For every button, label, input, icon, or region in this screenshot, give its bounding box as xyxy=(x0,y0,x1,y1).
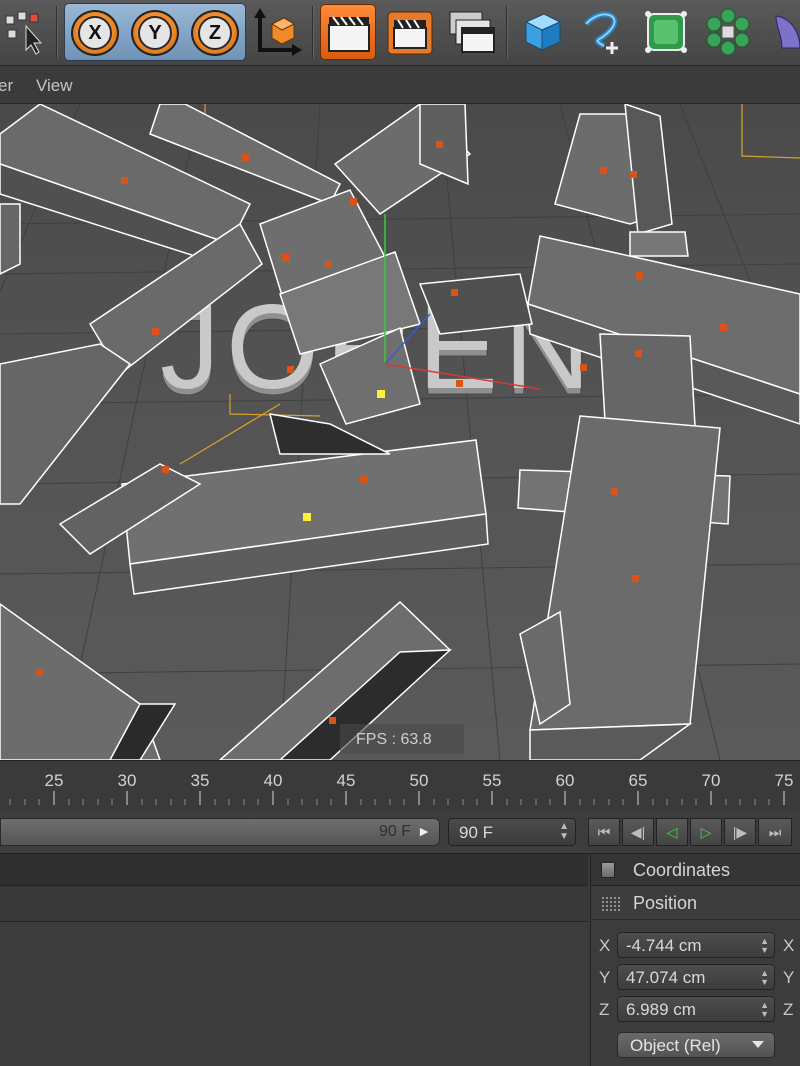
menu-item-partial[interactable]: er xyxy=(0,76,13,96)
menu-item-view[interactable]: View xyxy=(36,76,73,96)
3d-viewport[interactable]: JOREN JOREN xyxy=(0,104,800,760)
render-view-icon xyxy=(328,16,370,52)
go-to-end-icon: ⏭ xyxy=(768,823,782,840)
go-to-start-button[interactable]: ⏮ xyxy=(588,818,620,846)
play-forwards-icon: ▷ xyxy=(700,823,712,840)
main-toolbar: X Y Z xyxy=(0,0,800,66)
coordinate-system-button[interactable] xyxy=(250,4,306,60)
previous-key-button[interactable]: ◀| xyxy=(622,818,654,846)
timeline-ticks xyxy=(9,791,785,805)
cloner-button[interactable] xyxy=(700,4,756,60)
grip-icon xyxy=(601,896,621,912)
position-z-value: 6.989 cm xyxy=(626,1000,696,1019)
position-y-row: Y 47.074 cm ▲ ▼ Y xyxy=(591,964,800,992)
position-x-field[interactable]: -4.744 cm ▲ ▼ xyxy=(617,932,775,958)
cube-button[interactable] xyxy=(514,4,570,60)
timeline-ruler[interactable]: 25 30 35 40 45 50 55 60 65 70 75 xyxy=(0,760,800,810)
cloner-icon xyxy=(706,8,750,56)
position-z-field[interactable]: 6.989 cm ▲ ▼ xyxy=(617,996,775,1022)
viewport-menubar: er View xyxy=(0,66,800,104)
range-arrow-icon: ► xyxy=(417,823,431,839)
toolbar-divider xyxy=(312,6,314,58)
material-manager-panel xyxy=(0,854,588,1066)
render-view-button[interactable] xyxy=(320,4,376,60)
spline-pen-icon xyxy=(583,11,618,54)
panel-toolbar xyxy=(0,886,588,922)
max-frame-field[interactable]: 90 F ▲ ▼ xyxy=(448,818,576,846)
render-settings-icon xyxy=(449,11,495,53)
position-title: Position xyxy=(633,893,698,913)
axis-y-lock-button[interactable]: Y xyxy=(131,10,179,56)
size-y-label: Y xyxy=(783,968,795,987)
coordinates-panel: Coordinates Position X -4.744 cm ▲ ▼ X Y … xyxy=(590,854,800,1066)
coordinate-mode-dropdown[interactable]: Object (Rel) xyxy=(617,1032,775,1058)
frame-range-value: 90 F xyxy=(378,823,411,840)
position-z-row: Z 6.989 cm ▲ ▼ Z xyxy=(591,996,800,1024)
panel-menubar xyxy=(0,854,588,886)
position-y-value: 47.074 cm xyxy=(626,968,706,987)
coordinates-panel-icon xyxy=(601,862,615,878)
play-backwards-button[interactable]: ◁ xyxy=(656,818,688,846)
subdivision-surface-button[interactable] xyxy=(638,4,694,60)
size-z-label: Z xyxy=(783,1000,794,1019)
axis-lock-group: X Y Z xyxy=(64,3,246,61)
size-x-label: X xyxy=(783,936,795,955)
toolbar-divider xyxy=(56,6,58,58)
deformer-icon xyxy=(775,15,800,49)
render-to-picture-viewer-icon xyxy=(387,11,433,55)
axis-z-lock-icon: Z xyxy=(198,16,232,50)
frame-range-slider[interactable]: 90 F ► xyxy=(0,818,440,846)
position-x-row: X -4.744 cm ▲ ▼ X xyxy=(591,932,800,960)
coordinates-header: Coordinates xyxy=(591,854,800,886)
stepper-arrows-icon[interactable]: ▲ ▼ xyxy=(559,822,569,842)
position-header: Position xyxy=(591,888,800,920)
stepper-arrows-icon[interactable]: ▲ ▼ xyxy=(760,969,769,987)
stepper-arrows-icon[interactable]: ▲ ▼ xyxy=(760,937,769,955)
go-to-end-button[interactable]: ⏭ xyxy=(758,818,792,846)
next-key-icon: |▶ xyxy=(732,823,748,840)
stepper-arrows-icon[interactable]: ▲ ▼ xyxy=(760,1001,769,1019)
live-selection-icon xyxy=(5,11,43,55)
axis-z-lock-button[interactable]: Z xyxy=(191,10,239,56)
coordinate-mode-value: Object (Rel) xyxy=(630,1036,721,1055)
viewport-scene: JOREN JOREN xyxy=(0,104,800,760)
position-x-value: -4.744 cm xyxy=(626,936,702,955)
axis-y-lock-icon: Y xyxy=(138,16,172,50)
physics-boxes xyxy=(0,104,800,760)
axis-x-lock-button[interactable]: X xyxy=(71,10,119,56)
position-y-field[interactable]: 47.074 cm ▲ ▼ xyxy=(617,964,775,990)
subdivision-surface-icon xyxy=(645,11,687,53)
cube-icon xyxy=(524,13,562,51)
position-x-label: X xyxy=(599,936,611,955)
render-settings-button[interactable] xyxy=(444,4,500,60)
render-to-picture-viewer-button[interactable] xyxy=(382,4,438,60)
live-selection-button[interactable] xyxy=(0,4,52,60)
max-frame-value: 90 F xyxy=(459,823,494,842)
play-backwards-icon: ◁ xyxy=(666,823,678,840)
position-z-label: Z xyxy=(599,1000,610,1019)
previous-key-icon: ◀| xyxy=(630,823,646,840)
next-key-button[interactable]: |▶ xyxy=(724,818,756,846)
chevron-down-icon xyxy=(752,1041,764,1048)
play-forwards-button[interactable]: ▷ xyxy=(690,818,722,846)
coordinates-title: Coordinates xyxy=(633,860,731,880)
position-y-label: Y xyxy=(599,968,611,987)
fps-readout: FPS : 63.8 xyxy=(356,731,432,748)
go-to-start-icon: ⏮ xyxy=(597,823,611,840)
toolbar-divider xyxy=(506,6,508,58)
deformer-button[interactable] xyxy=(762,4,800,60)
axis-x-lock-icon: X xyxy=(78,16,112,50)
playback-controls: 90 F ► 90 F ▲ ▼ ⏮ ◀| ◁ ▷ |▶ ⏭ xyxy=(0,810,800,854)
spline-pen-button[interactable] xyxy=(576,4,632,60)
coordinate-system-icon xyxy=(254,8,302,56)
